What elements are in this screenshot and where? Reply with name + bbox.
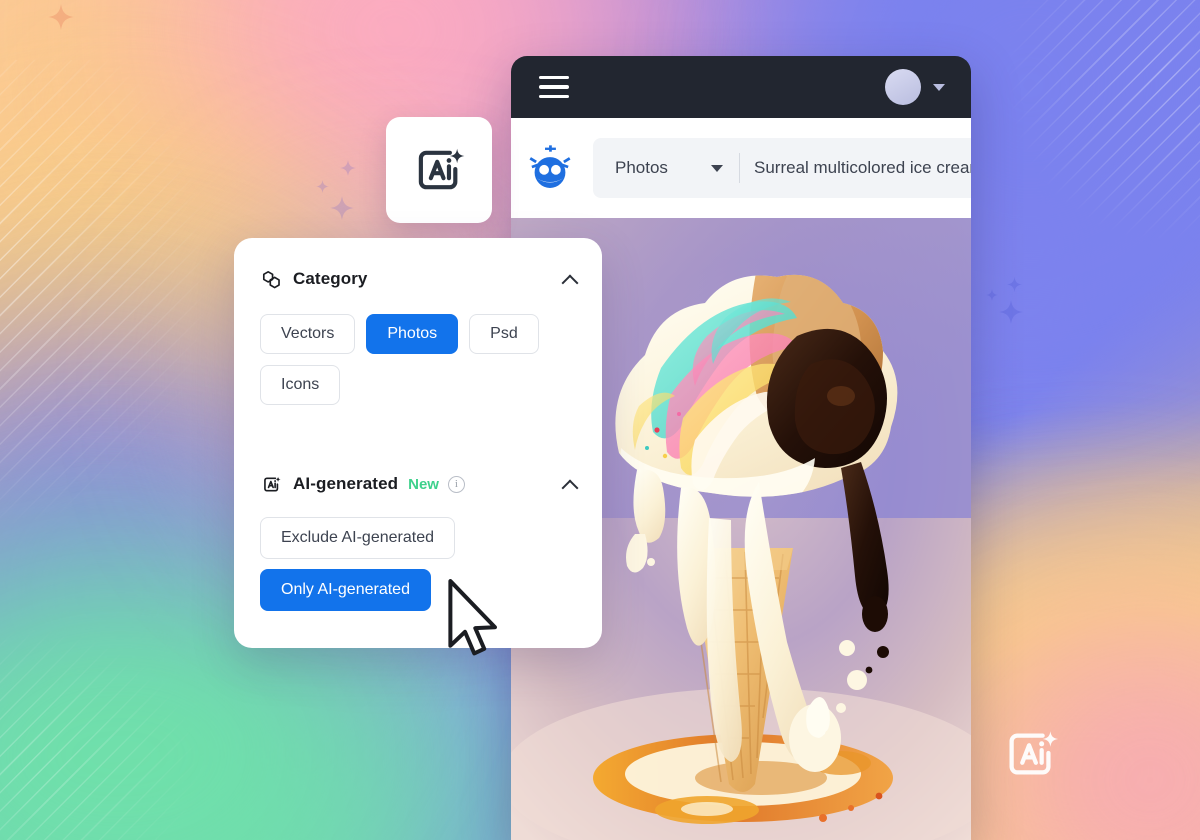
category-section-title: Category bbox=[293, 269, 368, 288]
category-chip-group: Vectors Photos Psd Icons bbox=[260, 314, 576, 405]
user-menu[interactable] bbox=[885, 69, 945, 105]
chevron-down-icon[interactable] bbox=[933, 83, 945, 91]
filter-panel: Category Vectors Photos Psd Icons AI-gen… bbox=[234, 238, 602, 648]
ai-sparkle-icon bbox=[260, 473, 282, 495]
category-chip-psd[interactable]: Psd bbox=[469, 314, 539, 354]
chip-only-ai-generated[interactable]: Only AI-generated bbox=[260, 569, 431, 611]
ai-generated-section-title: AI-generated bbox=[293, 474, 399, 493]
ai-watermark bbox=[1000, 723, 1062, 790]
sparkle-icon bbox=[48, 4, 74, 30]
ai-sparkle-icon bbox=[1009, 731, 1059, 775]
sparkle-icon bbox=[316, 180, 329, 193]
avatar[interactable] bbox=[885, 69, 921, 105]
chevron-up-icon[interactable] bbox=[563, 478, 576, 491]
app-topbar bbox=[511, 56, 971, 118]
sparkle-icon bbox=[999, 300, 1023, 324]
info-icon[interactable]: i bbox=[447, 475, 465, 493]
ai-generated-section-header[interactable]: AI-generated New i bbox=[260, 469, 576, 499]
freepik-robot-logo[interactable] bbox=[521, 139, 579, 197]
ai-badge-card bbox=[386, 117, 492, 223]
mouse-pointer-cursor bbox=[444, 578, 506, 658]
category-shapes-icon bbox=[260, 268, 282, 290]
category-chip-icons[interactable]: Icons bbox=[260, 365, 341, 405]
ai-sparkle-icon bbox=[418, 148, 465, 190]
category-dropdown[interactable]: Photos bbox=[593, 138, 739, 198]
sparkle-icon bbox=[1007, 277, 1022, 292]
ai-generated-chip-group: Exclude AI-generated Only AI-generated bbox=[260, 517, 576, 611]
search-input[interactable] bbox=[740, 138, 971, 198]
search-input-group: Photos bbox=[593, 138, 971, 198]
new-badge: New bbox=[408, 475, 439, 493]
chevron-down-icon bbox=[711, 164, 723, 172]
sparkle-icon bbox=[330, 196, 354, 220]
chevron-up-icon[interactable] bbox=[563, 273, 576, 286]
sparkle-icon bbox=[340, 160, 356, 176]
category-chip-vectors[interactable]: Vectors bbox=[260, 314, 356, 354]
sparkle-icon bbox=[986, 289, 998, 301]
hamburger-menu-icon[interactable] bbox=[539, 75, 569, 99]
category-chip-photos[interactable]: Photos bbox=[366, 314, 459, 354]
search-bar: Photos bbox=[511, 118, 971, 218]
chip-exclude-ai-generated[interactable]: Exclude AI-generated bbox=[260, 517, 455, 559]
category-dropdown-value: Photos bbox=[615, 158, 668, 177]
category-section-header[interactable]: Category bbox=[260, 264, 576, 294]
